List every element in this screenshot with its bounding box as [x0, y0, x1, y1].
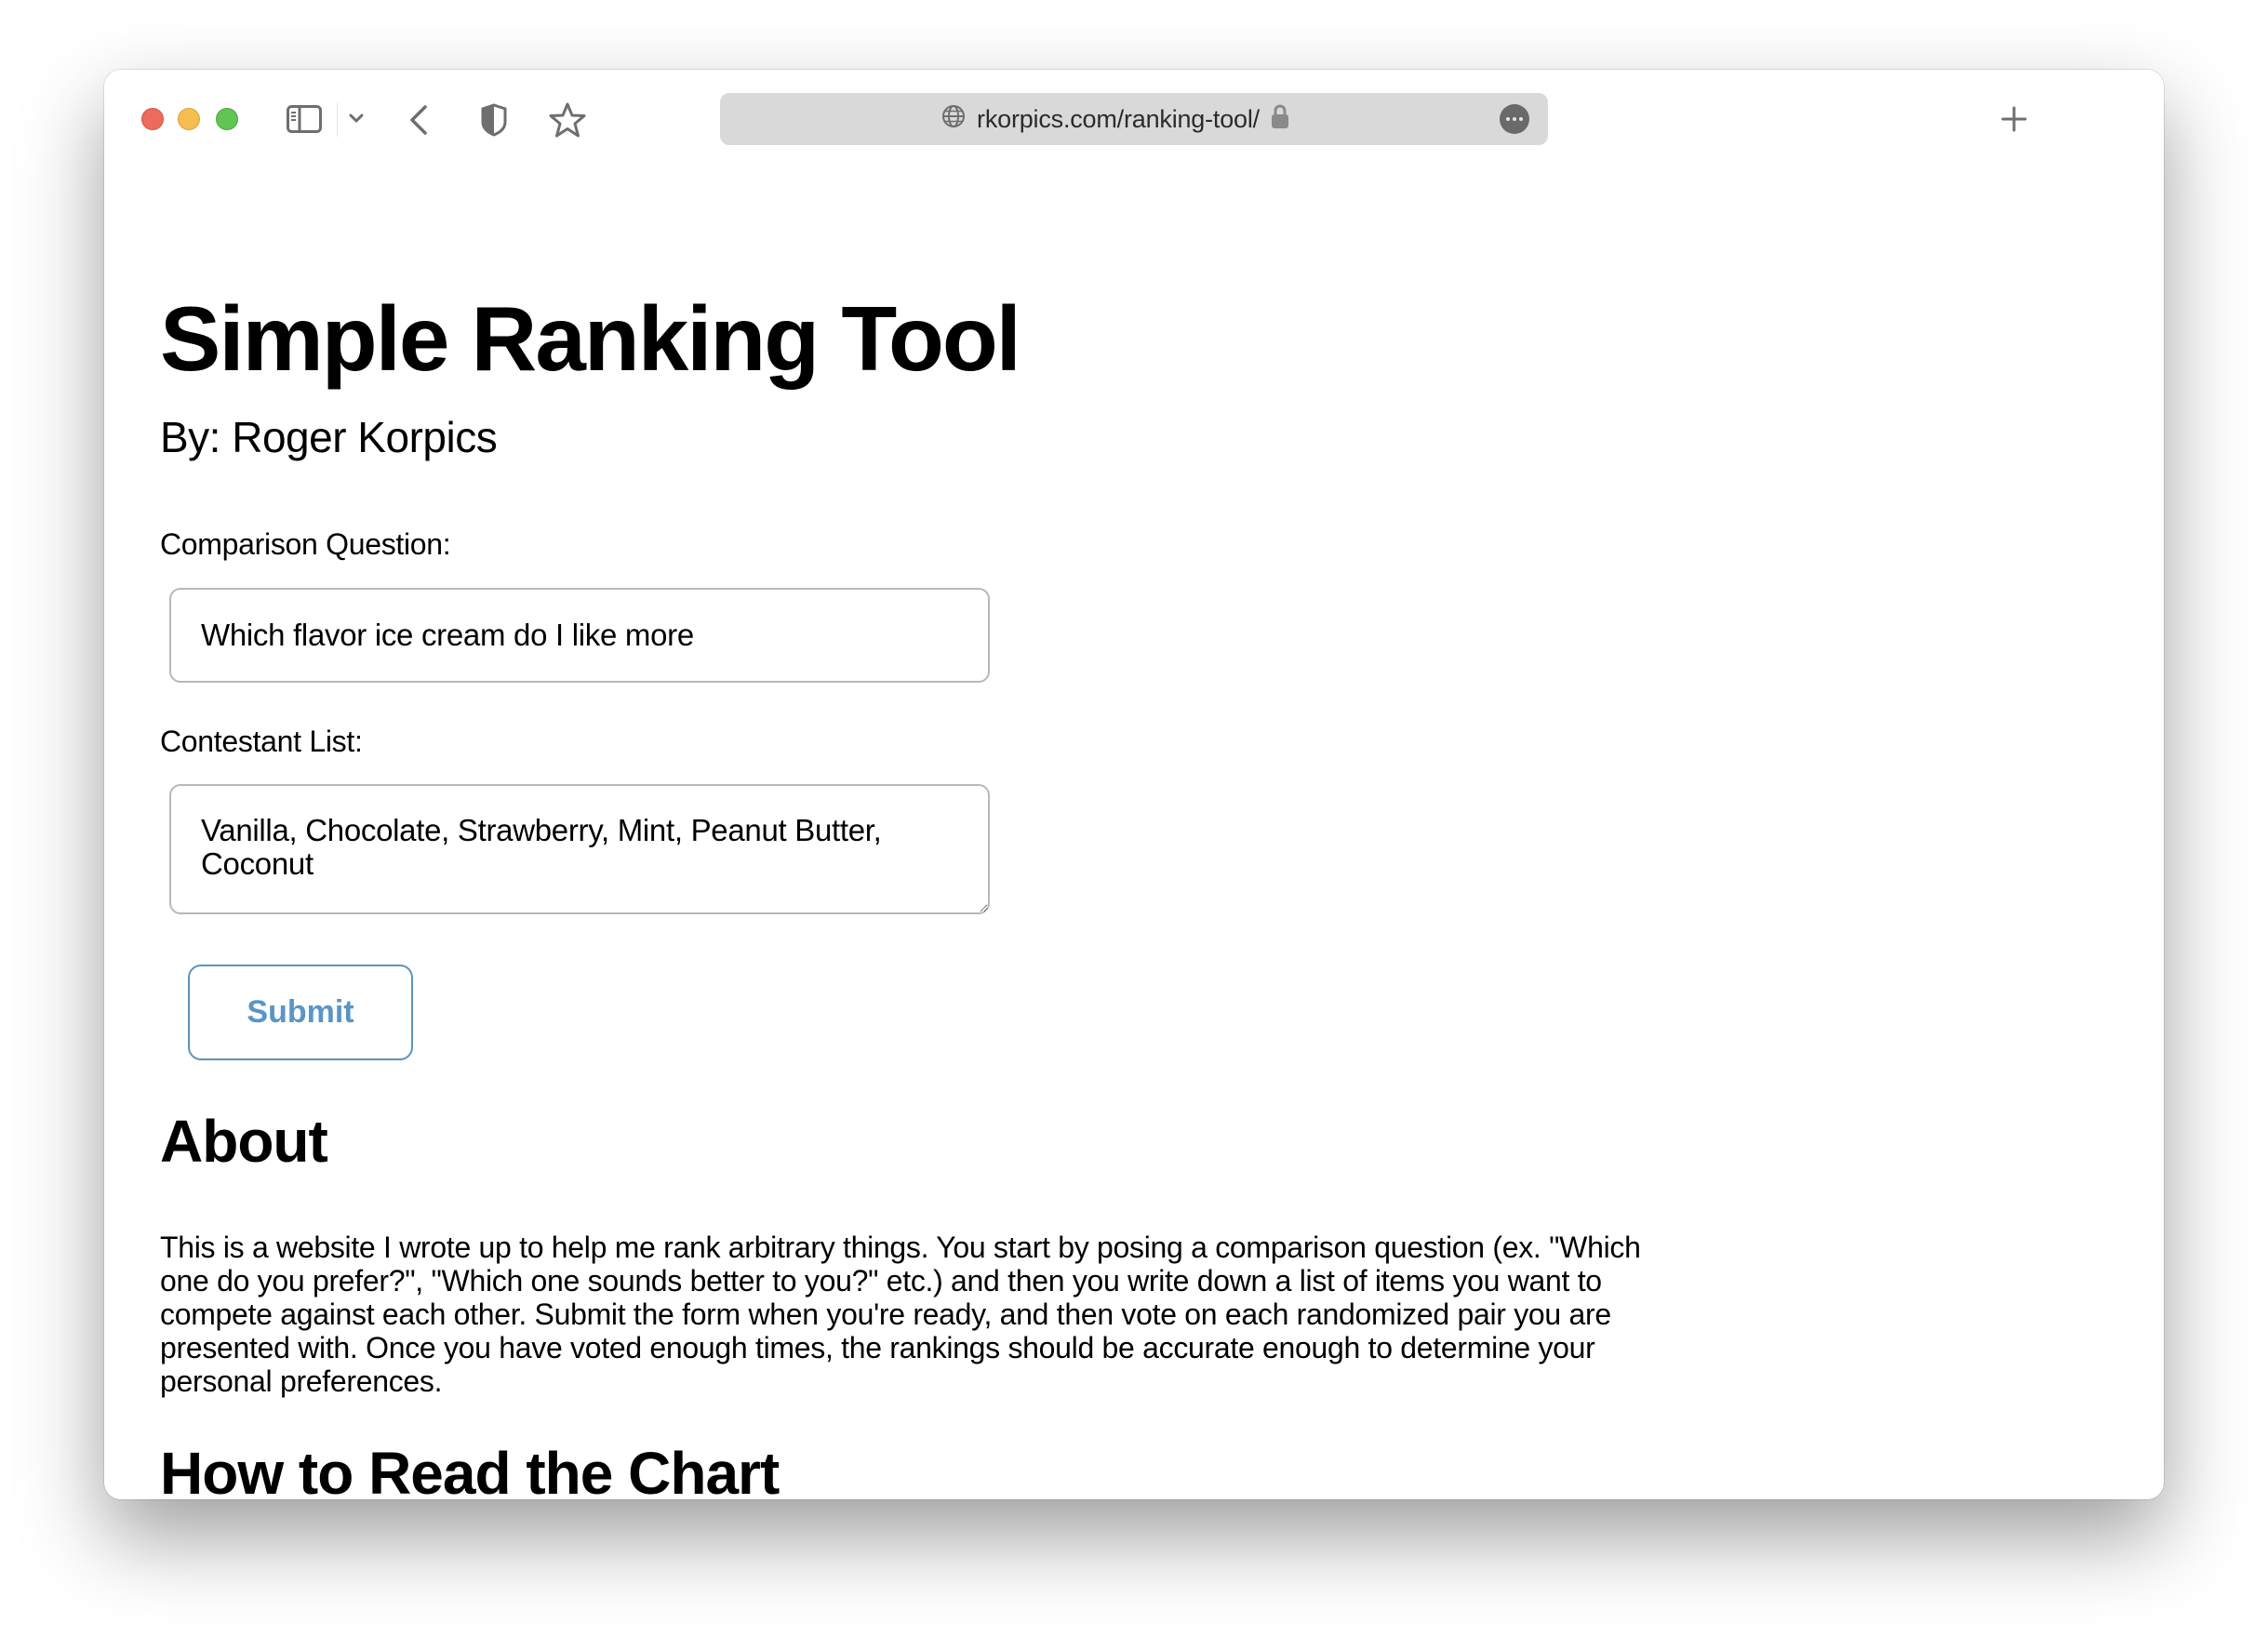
address-bar[interactable]: rkorpics.com/ranking-tool/	[720, 93, 1548, 145]
plus-icon[interactable]	[1998, 103, 2030, 135]
submit-button[interactable]: Submit	[188, 965, 413, 1060]
how-to-read-heading: How to Read the Chart	[160, 1440, 780, 1499]
page-title: Simple Ranking Tool	[160, 287, 1021, 390]
close-window-button[interactable]	[141, 108, 164, 130]
contestant-list-label: Contestant List:	[160, 725, 363, 758]
page-content: Simple Ranking Tool By: Roger Korpics Co…	[104, 172, 2164, 1499]
zoom-window-button[interactable]	[216, 108, 238, 130]
shield-icon[interactable]	[480, 103, 508, 137]
browser-window: rkorpics.com/ranking-tool/ Simple Rankin…	[104, 70, 2164, 1499]
star-icon[interactable]	[549, 101, 586, 139]
globe-icon	[941, 104, 966, 135]
chevron-down-icon[interactable]	[348, 109, 365, 127]
url-text: rkorpics.com/ranking-tool/	[977, 104, 1260, 133]
minimize-window-button[interactable]	[178, 108, 200, 130]
about-heading: About	[160, 1108, 328, 1175]
question-label: Comparison Question:	[160, 527, 451, 561]
comparison-question-input[interactable]	[169, 588, 990, 683]
author-byline: By: Roger Korpics	[160, 413, 498, 461]
sidebar-icon[interactable]	[287, 105, 322, 133]
contestant-list-textarea[interactable]: Vanilla, Chocolate, Strawberry, Mint, Pe…	[169, 784, 990, 914]
about-paragraph: This is a website I wrote up to help me …	[160, 1231, 1641, 1398]
browser-toolbar: rkorpics.com/ranking-tool/	[104, 70, 2164, 172]
lock-icon	[1271, 103, 1289, 136]
toolbar-divider	[337, 103, 338, 137]
ellipsis-icon[interactable]	[1500, 104, 1529, 134]
back-chevron-icon[interactable]	[407, 103, 430, 137]
